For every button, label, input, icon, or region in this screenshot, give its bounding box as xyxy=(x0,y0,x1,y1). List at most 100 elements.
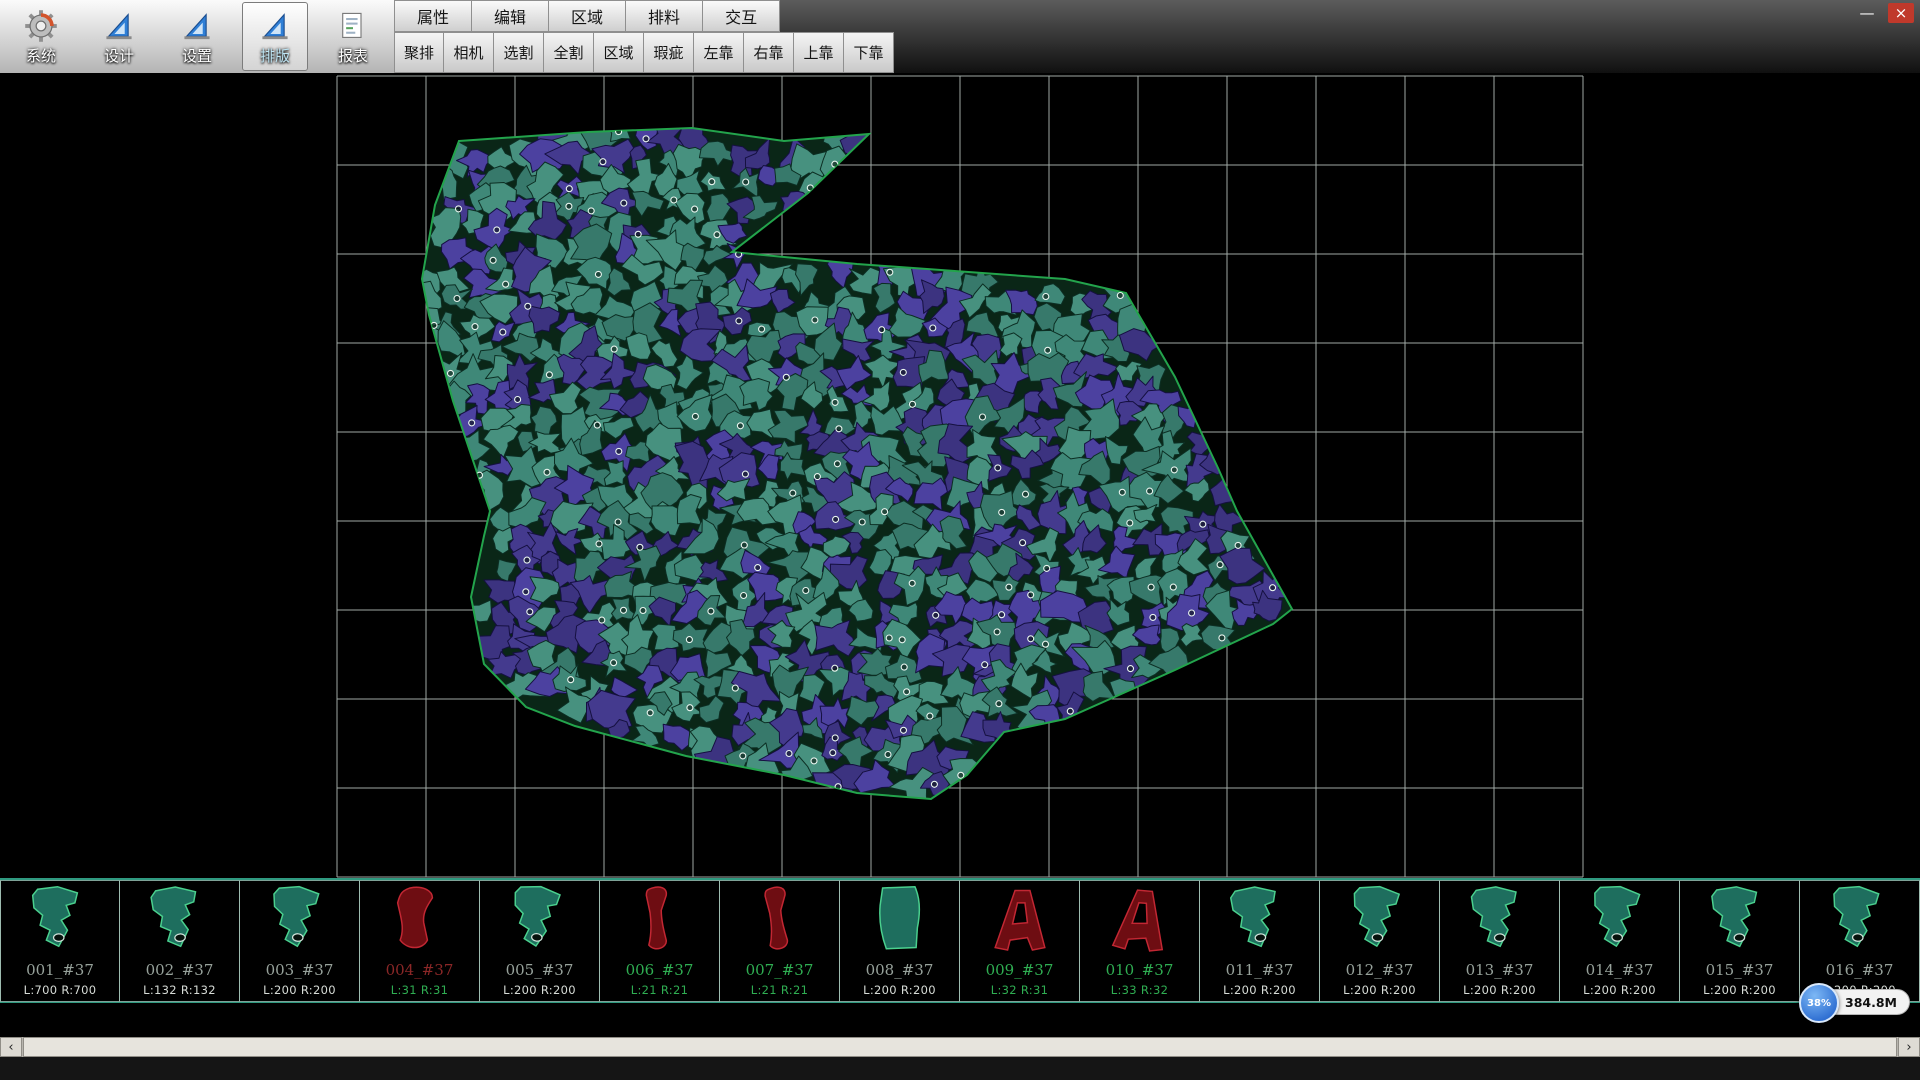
app-window: 系统 设计 xyxy=(0,0,1920,1080)
piece-lr-label: L:200 R:200 xyxy=(240,983,359,997)
minimize-button[interactable]: — xyxy=(1854,3,1880,23)
tab-attributes[interactable]: 属性 xyxy=(394,0,472,32)
window-controls: — × xyxy=(1854,3,1914,23)
mode-button-layout[interactable]: 排版 xyxy=(242,2,308,71)
piece-lr-label: L:200 R:200 xyxy=(1440,983,1559,997)
piece-lr-label: L:200 R:200 xyxy=(1200,983,1319,997)
piece-thumbnail-3[interactable]: 003_#37L:200 R:200 xyxy=(240,880,360,1002)
piece-id-label: 008_#37 xyxy=(840,961,959,979)
piece-id-label: 004_#37 xyxy=(360,961,479,979)
piece-id-label: 013_#37 xyxy=(1440,961,1559,979)
piece-lr-label: L:132 R:132 xyxy=(120,983,239,997)
bottom-edge xyxy=(0,1057,1920,1080)
scroll-left-button[interactable]: ‹ xyxy=(0,1037,22,1057)
piece-thumbnail-11[interactable]: 011_#37 L:200 R:200 xyxy=(1200,880,1320,1002)
piece-shape xyxy=(1331,880,1428,958)
close-button[interactable]: × xyxy=(1888,3,1914,23)
piece-thumbnail-9[interactable]: 009_#37L:32 R:31 xyxy=(960,880,1080,1002)
piece-thumbnail-8[interactable]: 008_#37L:200 R:200 xyxy=(840,880,960,1002)
piece-shape xyxy=(14,883,106,955)
piece-lr-label: L:200 R:200 xyxy=(480,983,599,997)
tool-cluster-nest[interactable]: 聚排 xyxy=(394,32,444,73)
progress-circle: 38% xyxy=(1799,983,1839,1023)
memory-value: 384.8M xyxy=(1845,995,1897,1010)
tab-nesting[interactable]: 排料 xyxy=(626,0,703,32)
piece-id-label: 010_#37 xyxy=(1080,961,1199,979)
tool-align-top[interactable]: 上靠 xyxy=(794,32,844,73)
piece-shape xyxy=(1211,879,1309,959)
piece-thumbnail-4[interactable]: 004_#37L:31 R:31 xyxy=(360,880,480,1002)
mode-label-layout: 排版 xyxy=(260,45,290,66)
piece-lr-label: L:32 R:31 xyxy=(960,983,1079,997)
piece-id-label: 001_#37 xyxy=(1,961,119,979)
mode-label-report: 报表 xyxy=(338,45,368,66)
nest-canvas-svg[interactable] xyxy=(0,73,1920,878)
piece-thumbnail-15[interactable]: 015_#37 L:200 R:200 xyxy=(1680,880,1800,1002)
scroll-right-button[interactable]: › xyxy=(1898,1037,1920,1057)
memory-badge: 38% 384.8M xyxy=(1806,989,1910,1015)
piece-lr-label: L:21 R:21 xyxy=(600,983,719,997)
menu-block: 属性 编辑 区域 排料 交互 聚排 相机 选割 全割 区域 瑕疵 左靠 右靠 上… xyxy=(394,0,894,73)
mode-button-system[interactable]: 系统 xyxy=(8,2,74,71)
piece-shape xyxy=(1091,879,1189,959)
mode-button-settings[interactable]: 设置 xyxy=(164,2,230,71)
tab-region[interactable]: 区域 xyxy=(549,0,626,32)
piece-id-label: 015_#37 xyxy=(1680,961,1799,979)
piece-shape xyxy=(1692,881,1786,956)
piece-shape xyxy=(854,883,946,955)
piece-thumbnail-6[interactable]: 006_#37 L:21 R:21 xyxy=(600,880,720,1002)
nest-canvas[interactable] xyxy=(0,73,1920,878)
piece-lr-label: L:200 R:200 xyxy=(1320,983,1439,997)
piece-shape xyxy=(374,883,466,955)
bottom-gap: 38% 384.8M xyxy=(0,1003,1920,1037)
piece-thumbnail-10[interactable]: 010_#37L:33 R:32 xyxy=(1080,880,1200,1002)
tool-button-row: 聚排 相机 选割 全割 区域 瑕疵 左靠 右靠 上靠 下靠 xyxy=(394,32,894,73)
layout-icon xyxy=(259,7,291,45)
piece-shape xyxy=(732,881,828,958)
piece-thumbnail-strip: 001_#37 L:700 R:700002_#37 L:132 R:132003_… xyxy=(0,878,1920,1003)
piece-shape xyxy=(1452,881,1548,958)
design-icon xyxy=(103,7,135,45)
piece-id-label: 006_#37 xyxy=(600,961,719,979)
tool-align-right[interactable]: 右靠 xyxy=(744,32,794,73)
scrollbar-thumb[interactable] xyxy=(23,1037,1897,1057)
tool-defect[interactable]: 瑕疵 xyxy=(644,32,694,73)
piece-shape xyxy=(252,881,348,958)
piece-id-label: 014_#37 xyxy=(1560,961,1679,979)
gear-icon xyxy=(24,7,58,45)
mode-label-design: 设计 xyxy=(104,45,134,66)
mode-button-report[interactable]: 报表 xyxy=(320,2,386,71)
tool-cut-all[interactable]: 全割 xyxy=(544,32,594,73)
piece-thumbnail-7[interactable]: 007_#37L:21 R:21 xyxy=(720,880,840,1002)
tool-region[interactable]: 区域 xyxy=(594,32,644,73)
piece-shape xyxy=(131,880,228,958)
mode-label-system: 系统 xyxy=(26,45,56,66)
piece-thumbnail-12[interactable]: 012_#37 L:200 R:200 xyxy=(1320,880,1440,1002)
tab-edit[interactable]: 编辑 xyxy=(472,0,549,32)
app-mode-buttons: 系统 设计 xyxy=(0,0,394,73)
piece-thumbnail-14[interactable]: 014_#37 L:200 R:200 xyxy=(1560,880,1680,1002)
piece-lr-label: L:700 R:700 xyxy=(1,983,119,997)
mode-button-design[interactable]: 设计 xyxy=(86,2,152,71)
tab-interactive[interactable]: 交互 xyxy=(703,0,780,32)
piece-thumbnail-1[interactable]: 001_#37 L:700 R:700 xyxy=(0,880,120,1002)
piece-id-label: 016_#37 xyxy=(1800,961,1919,979)
tool-camera[interactable]: 相机 xyxy=(444,32,494,73)
tool-align-left[interactable]: 左靠 xyxy=(694,32,744,73)
piece-lr-label: L:21 R:21 xyxy=(720,983,839,997)
piece-id-label: 011_#37 xyxy=(1200,961,1319,979)
piece-id-label: 012_#37 xyxy=(1320,961,1439,979)
piece-lr-label: L:200 R:200 xyxy=(1560,983,1679,997)
piece-lr-label: L:200 R:200 xyxy=(1680,983,1799,997)
settings-icon xyxy=(181,7,213,45)
tool-align-bottom[interactable]: 下靠 xyxy=(844,32,894,73)
piece-thumbnail-2[interactable]: 002_#37 L:132 R:132 xyxy=(120,880,240,1002)
piece-thumbnail-5[interactable]: 005_#37 L:200 R:200 xyxy=(480,880,600,1002)
piece-shape xyxy=(614,883,706,955)
piece-id-label: 005_#37 xyxy=(480,961,599,979)
tool-select-cut[interactable]: 选割 xyxy=(494,32,544,73)
horizontal-scrollbar[interactable]: ‹ › xyxy=(0,1037,1920,1057)
piece-id-label: 002_#37 xyxy=(120,961,239,979)
piece-thumbnail-13[interactable]: 013_#37 L:200 R:200 xyxy=(1440,880,1560,1002)
report-icon xyxy=(337,7,369,45)
